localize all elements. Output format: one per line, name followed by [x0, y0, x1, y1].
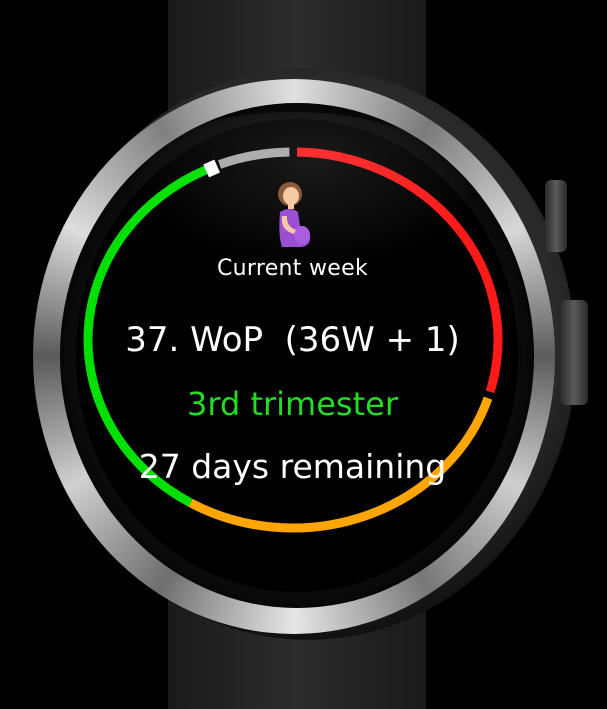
ring-segment-remaining: [218, 147, 290, 169]
current-week-heading: Current week: [216, 256, 369, 281]
watch-stage: Current week 37. WoP (36W + 1) 3rd trime…: [0, 0, 607, 709]
trimester-label: 3rd trimester: [187, 385, 398, 423]
pregnant-woman-icon: [268, 180, 318, 250]
ring-top-gap: [290, 145, 297, 159]
days-remaining-label: 27 days remaining: [138, 447, 447, 486]
pregnancy-week-value: 37. WoP (36W + 1): [125, 320, 460, 360]
